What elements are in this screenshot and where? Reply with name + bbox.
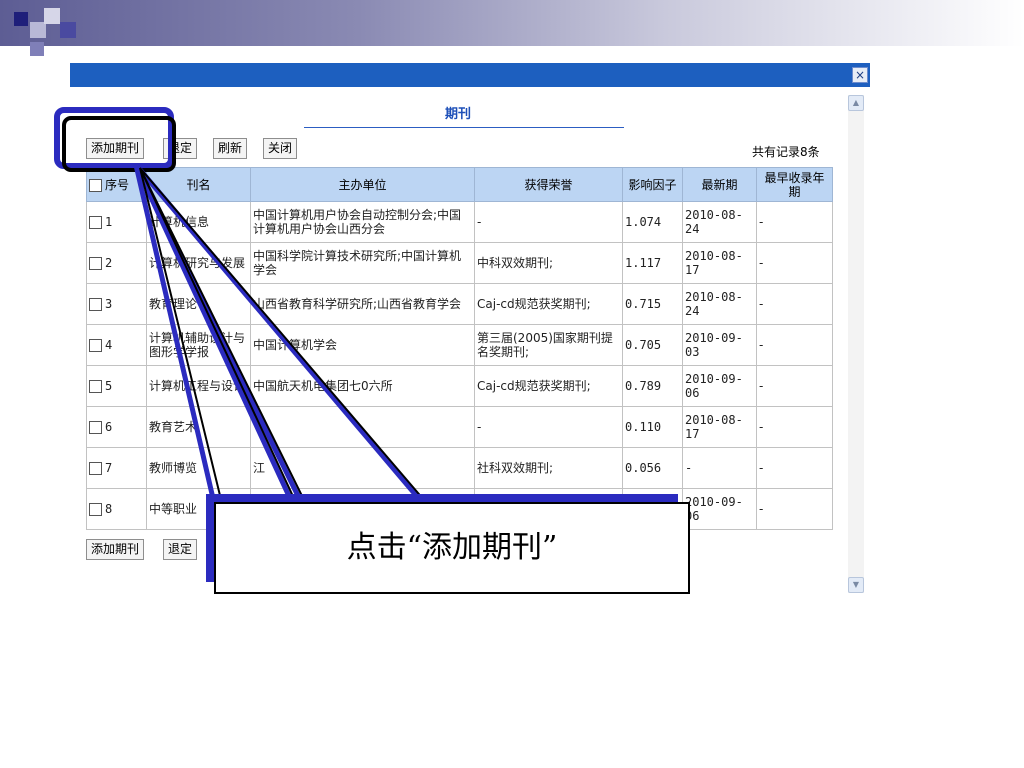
callout-text: 点击“添加期刊” xyxy=(346,530,558,565)
annotation-callout: 点击“添加期刊” xyxy=(214,502,690,594)
pointer-line-right xyxy=(139,167,427,501)
pointer-line-left xyxy=(139,167,306,521)
annotation-overlay xyxy=(54,107,427,523)
pointer-shadow-right xyxy=(133,163,426,503)
highlight-box xyxy=(62,116,176,172)
